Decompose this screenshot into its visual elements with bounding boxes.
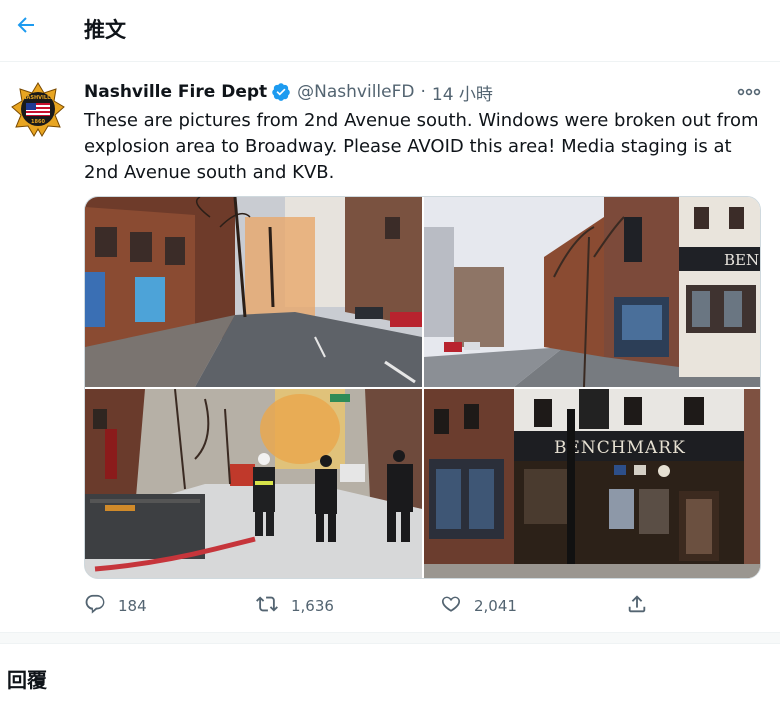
verified-badge-icon [271,82,291,102]
share-icon [626,593,648,619]
page-title: 推文 [84,18,126,42]
replies-heading: 回覆 [7,668,47,692]
author-handle[interactable]: @NashvilleFD [297,82,414,102]
photo-benchmark-facade[interactable]: BENCHMARK [424,389,760,578]
reply-button[interactable]: 184 [84,589,147,623]
share-button[interactable] [626,589,648,623]
arrow-left-icon [14,13,38,41]
avatar-logo-bottom-text: 1860 [31,119,45,125]
meta-separator: · [420,82,426,102]
nashville-fire-logo: NASHVILLE 1860 [8,79,68,139]
retweet-icon [255,593,279,619]
tweet: NASHVILLE 1860 Nashville Fire Dept @Nash… [0,63,780,632]
photo-street-view[interactable] [85,197,422,387]
media-grid: BEN BENCHMARK [84,196,761,579]
tweet-timestamp[interactable]: 14 小時 [432,80,493,105]
tweet-meta: Nashville Fire Dept @NashvilleFD · 14 小時 [84,80,493,105]
retweet-count: 1,636 [291,597,334,615]
like-count: 2,041 [474,597,517,615]
more-options-button[interactable] [734,79,764,103]
more-options-icon [737,82,761,101]
back-button[interactable] [8,9,44,45]
reply-icon [84,593,106,619]
author-name[interactable]: Nashville Fire Dept [84,82,267,102]
like-button[interactable]: 2,041 [440,589,517,623]
tweet-text: These are pictures from 2nd Avenue south… [84,110,759,183]
retweet-button[interactable]: 1,636 [255,589,334,623]
tweet-actions: 184 1,636 2,041 [84,589,684,623]
avatar-logo-top-text: NASHVILLE [22,95,54,101]
photo-firefighters[interactable] [85,389,422,578]
reply-count: 184 [118,597,147,615]
section-divider [0,632,780,644]
like-icon [440,593,462,619]
photo2-sign-text: BEN [724,251,759,269]
avatar[interactable]: NASHVILLE 1860 [8,79,68,139]
photo-buildings-benchmark[interactable]: BEN [424,197,760,387]
page-header: 推文 [0,0,780,62]
